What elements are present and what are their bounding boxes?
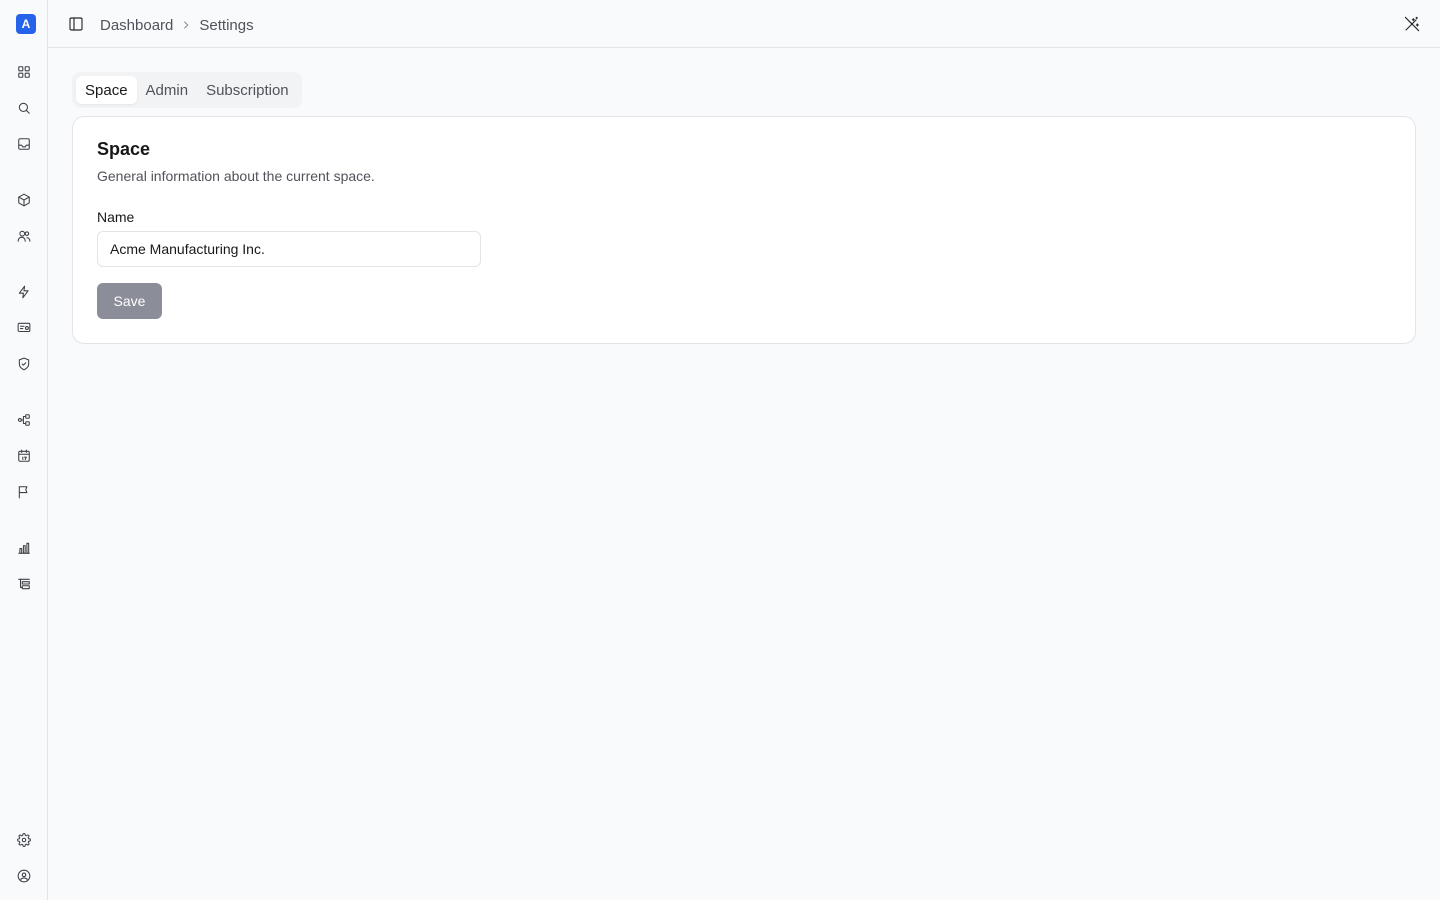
app-logo[interactable]: A (16, 14, 36, 34)
package-icon[interactable] (14, 190, 34, 210)
settings-tabs: Space Admin Subscription (72, 72, 302, 108)
sidebar-toggle-icon[interactable] (66, 14, 86, 34)
card-title: Space (97, 139, 151, 159)
workflow-icon[interactable] (14, 410, 34, 430)
top-header: Dashboard Settings (48, 0, 1440, 48)
grid-icon[interactable] (14, 62, 34, 82)
tab-subscription[interactable]: Subscription (197, 76, 298, 104)
shield-check-icon[interactable] (14, 354, 34, 374)
settings-icon[interactable] (14, 830, 34, 850)
space-settings-card: Space General information about the curr… (72, 116, 1416, 344)
users-icon[interactable] (14, 226, 34, 246)
calendar-icon[interactable] (14, 446, 34, 466)
bar-chart-icon[interactable] (14, 538, 34, 558)
flag-icon[interactable] (14, 482, 34, 502)
user-circle-icon[interactable] (14, 866, 34, 886)
magic-wand-icon[interactable] (1402, 14, 1422, 34)
chevron-right-icon (181, 20, 191, 30)
breadcrumb-settings: Settings (199, 16, 254, 34)
name-field-label: Name (97, 209, 135, 225)
breadcrumb-dashboard[interactable]: Dashboard (100, 17, 173, 34)
id-card-icon[interactable] (14, 318, 34, 338)
name-input[interactable] (97, 231, 481, 267)
breadcrumb: Dashboard Settings (100, 15, 254, 35)
inbox-icon[interactable] (14, 134, 34, 154)
save-button[interactable]: Save (97, 283, 162, 319)
card-description: General information about the current sp… (97, 168, 375, 184)
zap-icon[interactable] (14, 282, 34, 302)
sidebar: A (0, 0, 48, 900)
tab-admin[interactable]: Admin (137, 76, 198, 104)
list-tree-icon[interactable] (14, 574, 34, 594)
tab-space[interactable]: Space (76, 76, 137, 104)
search-icon[interactable] (14, 98, 34, 118)
